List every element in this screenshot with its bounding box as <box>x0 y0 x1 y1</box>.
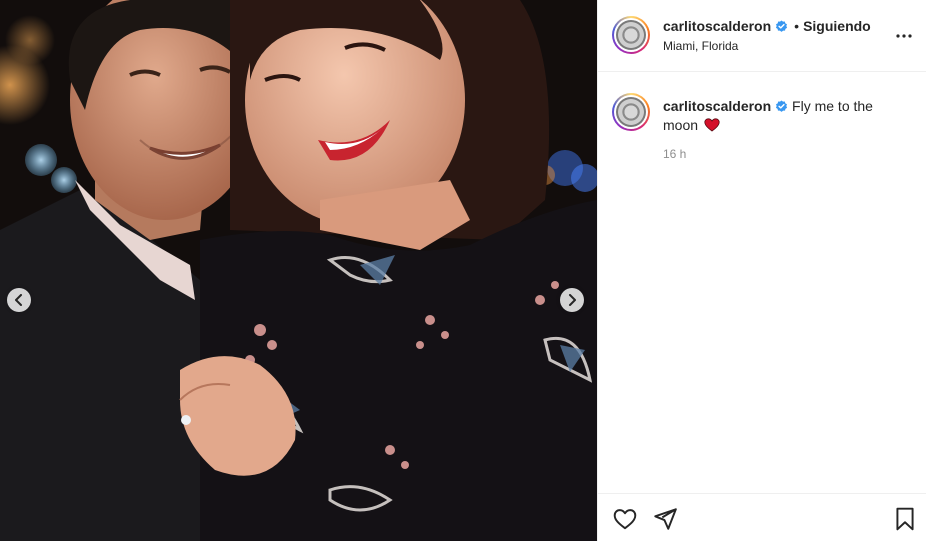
chevron-left-icon <box>15 294 22 306</box>
avatar[interactable] <box>612 16 650 54</box>
caption-avatar[interactable] <box>612 93 650 131</box>
post-timestamp[interactable]: 16 h <box>663 147 686 161</box>
more-options-button[interactable] <box>894 26 914 46</box>
carousel-prev-button[interactable] <box>7 288 31 312</box>
post-photo[interactable] <box>0 0 597 541</box>
post-photo-image <box>0 0 597 541</box>
caption-text-block: carlitoscalderon Fly me to the moon <box>663 97 903 135</box>
verified-badge-icon <box>776 100 788 112</box>
post-side-panel: carlitoscalderon • Siguiendo Miami, Flori… <box>597 0 926 541</box>
avatar-image <box>616 97 646 127</box>
paper-plane-icon <box>654 508 677 530</box>
verified-badge-icon <box>776 20 788 32</box>
like-button[interactable] <box>612 506 638 532</box>
chevron-right-icon <box>569 294 576 306</box>
bookmark-icon <box>896 507 914 531</box>
caption-username-link[interactable]: carlitoscalderon <box>663 98 771 114</box>
more-options-icon <box>896 34 912 38</box>
post-caption: carlitoscalderon Fly me to the moon 16 h <box>598 72 926 492</box>
heart-icon <box>613 509 637 530</box>
red-heart-emoji-icon <box>704 118 720 132</box>
post-header: carlitoscalderon • Siguiendo Miami, Flori… <box>598 0 926 72</box>
post-actions-bar <box>598 493 926 542</box>
share-button[interactable] <box>652 506 678 532</box>
header-username-link[interactable]: carlitoscalderon <box>663 18 771 34</box>
header-separator: • <box>794 18 800 34</box>
avatar-image <box>616 20 646 50</box>
save-button[interactable] <box>892 506 918 532</box>
location-link[interactable]: Miami, Florida <box>663 39 738 53</box>
following-button[interactable]: Siguiendo <box>803 18 871 34</box>
header-user-line: carlitoscalderon • Siguiendo <box>663 18 871 34</box>
carousel-next-button[interactable] <box>560 288 584 312</box>
